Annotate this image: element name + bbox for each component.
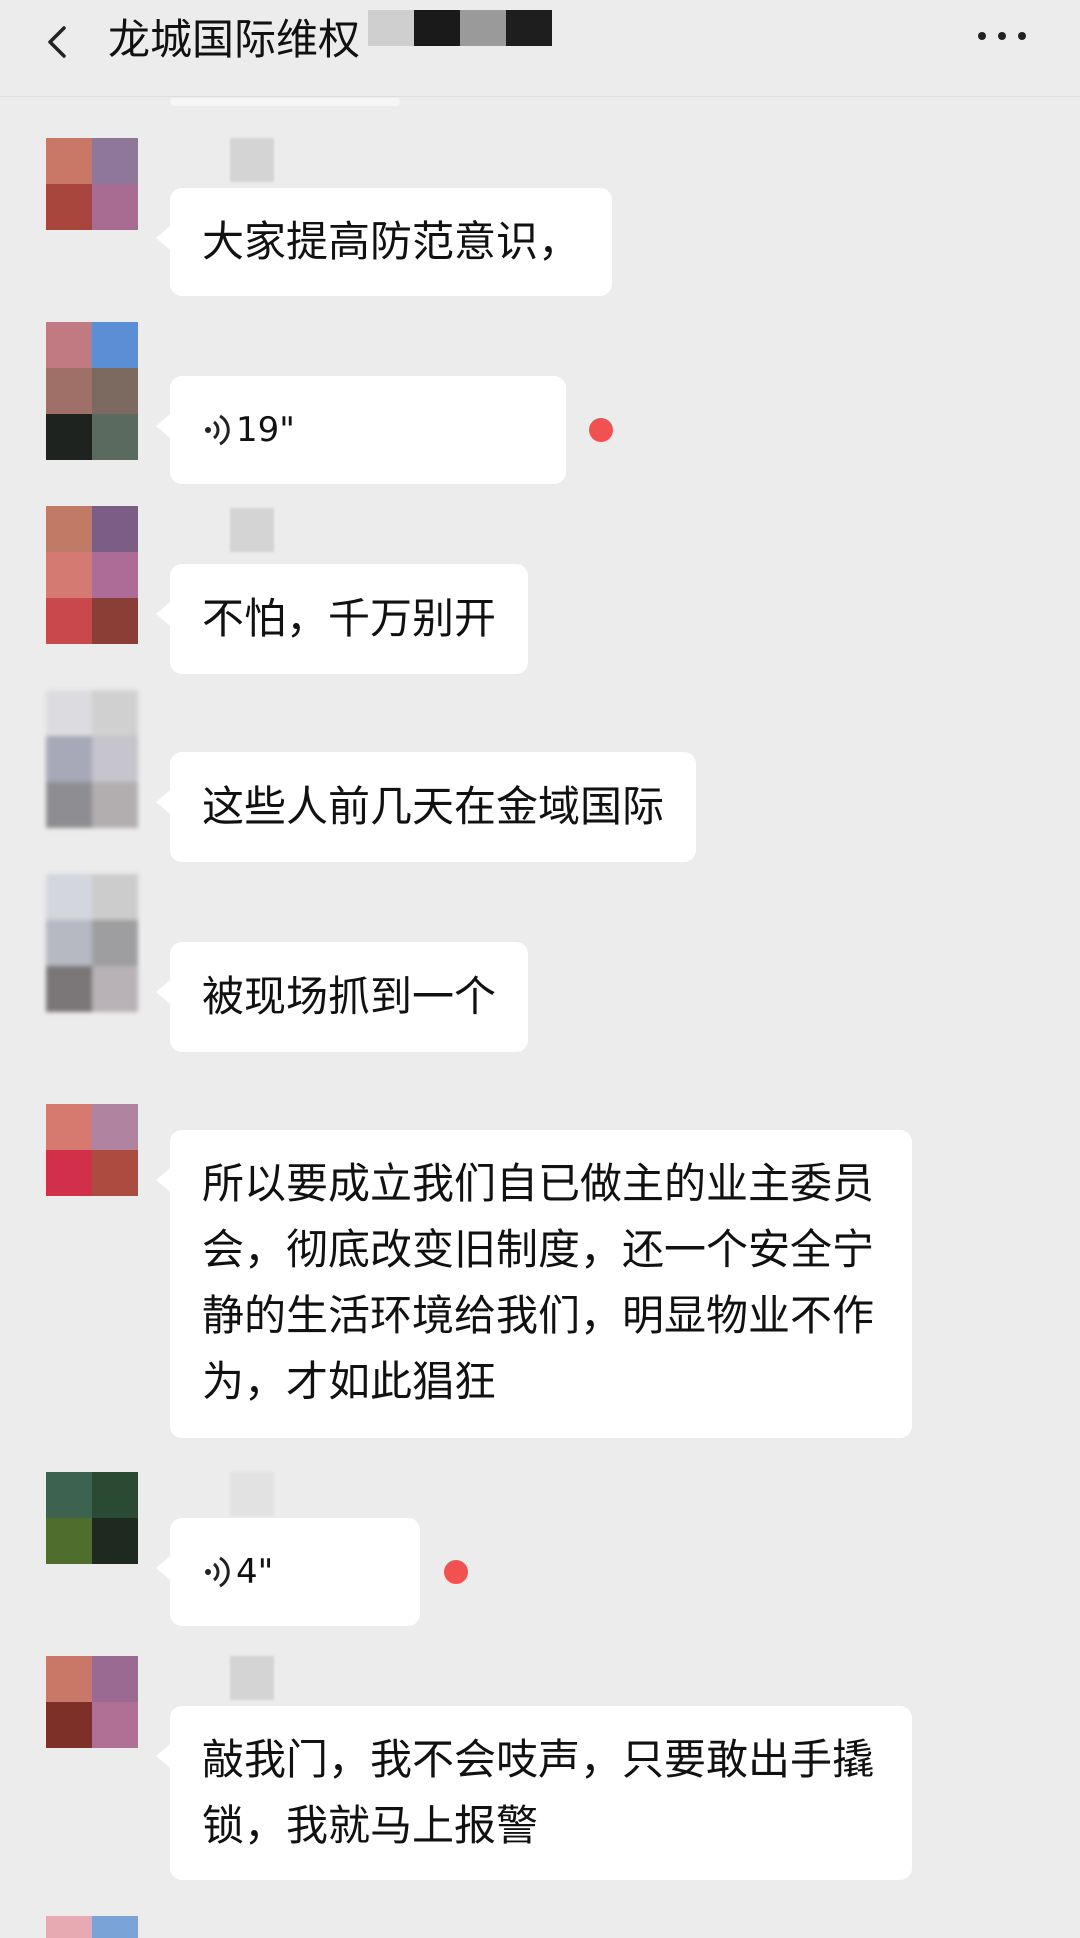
message-bubble[interactable]: 这些人前几天在金域国际 bbox=[155, 752, 697, 862]
redacted-title-mosaic bbox=[368, 10, 552, 46]
avatar[interactable] bbox=[46, 322, 138, 460]
redacted-nickname bbox=[230, 1656, 274, 1700]
avatar-mosaic-cell bbox=[92, 690, 138, 736]
avatar-mosaic-cell bbox=[46, 736, 92, 782]
avatar-mosaic-cell bbox=[46, 1656, 92, 1702]
voice-message-bubble[interactable]: 19" bbox=[156, 376, 566, 484]
avatar-mosaic-cell bbox=[92, 874, 138, 920]
avatar-mosaic-cell bbox=[92, 920, 138, 966]
avatar-mosaic-cell bbox=[92, 138, 138, 184]
avatar-mosaic-cell bbox=[46, 1702, 92, 1748]
avatar[interactable] bbox=[46, 1916, 138, 1938]
avatar-mosaic-cell bbox=[46, 966, 92, 1012]
avatar-mosaic-cell bbox=[46, 1518, 92, 1564]
chat-title: 龙城国际维权 bbox=[108, 15, 361, 64]
avatar-mosaic-cell bbox=[46, 414, 92, 460]
message-bubble[interactable]: 被现场抓到一个 bbox=[155, 942, 529, 1052]
redacted-nickname bbox=[230, 138, 274, 182]
avatar-mosaic-cell bbox=[46, 368, 92, 414]
avatar-mosaic-cell bbox=[92, 1916, 138, 1938]
avatar[interactable] bbox=[46, 1656, 138, 1748]
avatar-mosaic-cell bbox=[46, 322, 92, 368]
avatar-mosaic-cell bbox=[92, 966, 138, 1012]
message-text: 被现场抓到一个 bbox=[202, 972, 497, 1021]
message-text: 敲我门，我不会吱声，只要敢出手撬锁，我就马上报警 bbox=[202, 1735, 875, 1850]
avatar-mosaic-cell bbox=[46, 598, 92, 644]
avatar-mosaic-cell bbox=[46, 1916, 92, 1938]
avatar-mosaic-cell bbox=[92, 1150, 138, 1196]
avatar-mosaic-cell bbox=[46, 874, 92, 920]
avatar-mosaic-cell bbox=[92, 1518, 138, 1564]
avatar[interactable] bbox=[46, 138, 138, 230]
avatar-mosaic-cell bbox=[92, 184, 138, 230]
voice-message-bubble[interactable]: 4" bbox=[156, 1518, 420, 1626]
avatar-mosaic-cell bbox=[46, 506, 92, 552]
avatar-mosaic-cell bbox=[92, 1656, 138, 1702]
redacted-nickname bbox=[230, 508, 274, 552]
avatar[interactable] bbox=[46, 690, 138, 828]
avatar-mosaic-cell bbox=[92, 1702, 138, 1748]
avatar-mosaic-cell bbox=[46, 920, 92, 966]
message-bubble[interactable]: 大家提高防范意识， bbox=[155, 188, 613, 296]
message-text: 大家提高防范意识， bbox=[202, 217, 581, 266]
avatar[interactable] bbox=[46, 506, 138, 644]
voice-wave-icon bbox=[205, 414, 230, 446]
previous-message-edge bbox=[170, 98, 400, 106]
message-bubble[interactable]: 不怕，千万别开 bbox=[155, 564, 529, 674]
avatar-mosaic-cell bbox=[92, 322, 138, 368]
avatar-mosaic-cell bbox=[46, 1150, 92, 1196]
avatar[interactable] bbox=[46, 1104, 138, 1196]
redacted-nickname bbox=[230, 1472, 274, 1516]
avatar-mosaic-cell bbox=[92, 414, 138, 460]
avatar-mosaic-cell bbox=[46, 1104, 92, 1150]
avatar-mosaic-cell bbox=[46, 1472, 92, 1518]
message-bubble[interactable]: 敲我门，我不会吱声，只要敢出手撬锁，我就马上报警 bbox=[156, 1706, 912, 1880]
avatar-mosaic-cell bbox=[46, 782, 92, 828]
avatar-mosaic-cell bbox=[46, 138, 92, 184]
avatar-mosaic-cell bbox=[92, 736, 138, 782]
avatar-mosaic-cell bbox=[92, 782, 138, 828]
voice-duration: 4" bbox=[236, 1552, 274, 1592]
avatar-mosaic-cell bbox=[46, 184, 92, 230]
chat-header: 龙城国际维权 bbox=[0, 0, 1080, 97]
avatar-mosaic-cell bbox=[92, 1104, 138, 1150]
avatar[interactable] bbox=[46, 874, 138, 1012]
more-dots-icon[interactable] bbox=[970, 16, 1034, 56]
avatar-mosaic-cell bbox=[92, 1472, 138, 1518]
message-text: 所以要成立我们自已做主的业主委员会，彻底改变旧制度，还一个安全宁静的生活环境给我… bbox=[202, 1159, 875, 1406]
voice-duration: 19" bbox=[236, 410, 295, 450]
avatar-mosaic-cell bbox=[92, 506, 138, 552]
avatar[interactable] bbox=[46, 1472, 138, 1564]
voice-wave-icon bbox=[205, 1556, 230, 1588]
avatar-mosaic-cell bbox=[46, 552, 92, 598]
avatar-mosaic-cell bbox=[92, 368, 138, 414]
message-text: 不怕，千万别开 bbox=[202, 594, 497, 643]
unread-indicator bbox=[589, 418, 613, 442]
avatar-mosaic-cell bbox=[92, 552, 138, 598]
avatar-mosaic-cell bbox=[92, 598, 138, 644]
chevron-left-icon[interactable] bbox=[30, 12, 90, 72]
message-bubble[interactable]: 所以要成立我们自已做主的业主委员会，彻底改变旧制度，还一个安全宁静的生活环境给我… bbox=[156, 1130, 912, 1438]
unread-indicator bbox=[444, 1560, 468, 1584]
avatar-mosaic-cell bbox=[46, 690, 92, 736]
message-text: 这些人前几天在金域国际 bbox=[202, 782, 665, 831]
